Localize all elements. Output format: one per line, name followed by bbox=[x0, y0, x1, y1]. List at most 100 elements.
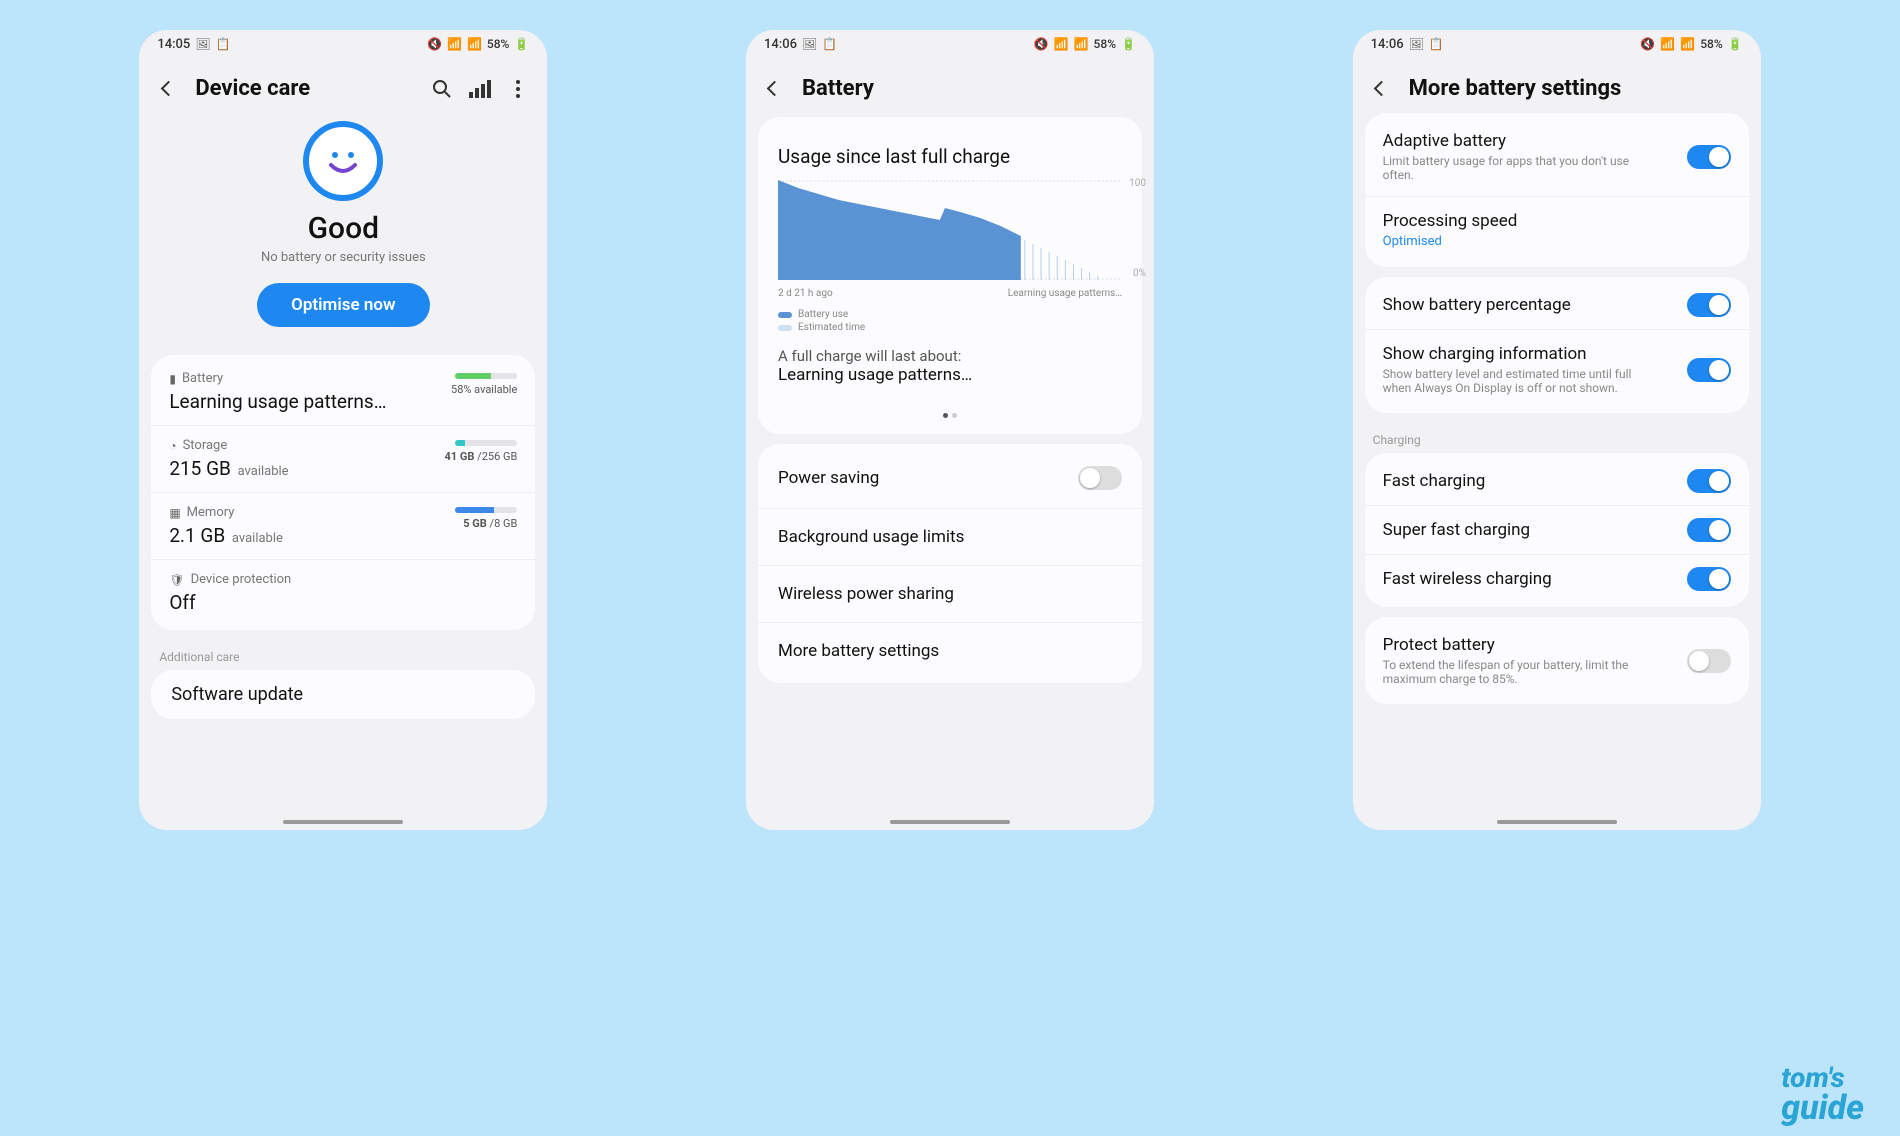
status-time: 14:06 bbox=[764, 37, 797, 52]
charging-group: Fast charging Super fast charging Fast w… bbox=[1365, 453, 1749, 607]
screen-battery: 14:06 🖼 📋 🔇 📶 📶 58% 🔋 Battery Usage sinc… bbox=[746, 30, 1154, 830]
charging-header: Charging bbox=[1353, 423, 1761, 451]
storage-meter bbox=[455, 440, 517, 446]
battery-icon: 🔋 bbox=[514, 37, 529, 51]
memory-meter bbox=[455, 507, 517, 513]
super-fast-charging-row[interactable]: Super fast charging bbox=[1365, 506, 1749, 555]
wifi-icon: 📶 bbox=[1054, 37, 1069, 51]
home-indicator[interactable] bbox=[283, 820, 403, 824]
battery-meter-text: 58% available bbox=[451, 383, 517, 396]
signal-icon: 📶 bbox=[467, 37, 482, 51]
status-bar: 14:06 🖼 📋 🔇 📶 📶 58% 🔋 bbox=[746, 30, 1154, 58]
memory-row[interactable]: ▦Memory 2.1 GB available 5 GB /8 GB bbox=[151, 493, 535, 560]
status-smile-icon bbox=[303, 121, 383, 201]
chevron-left-icon bbox=[161, 81, 177, 97]
super-fast-charging-toggle[interactable] bbox=[1687, 518, 1731, 542]
status-time: 14:05 bbox=[157, 37, 190, 52]
signal-icon: 📶 bbox=[1680, 37, 1695, 51]
signal-icon: 📶 bbox=[1074, 37, 1089, 51]
screen-device-care: 14:05 🖼 📋 🔇 📶 📶 58% 🔋 Device care Good bbox=[139, 30, 547, 830]
power-saving-toggle[interactable] bbox=[1078, 466, 1122, 490]
mute-icon: 🔇 bbox=[427, 37, 442, 51]
picture-icon: 🖼 bbox=[1409, 37, 1424, 51]
battery-options-card: Power saving Background usage limits Wir… bbox=[758, 444, 1142, 683]
optimise-now-button[interactable]: Optimise now bbox=[257, 283, 429, 327]
chevron-left-icon bbox=[1374, 81, 1390, 97]
show-battery-pct-toggle[interactable] bbox=[1687, 293, 1731, 317]
storage-icon: ◔ bbox=[169, 439, 176, 453]
clipboard-icon: 📋 bbox=[216, 37, 231, 51]
status-time: 14:06 bbox=[1371, 37, 1404, 52]
battery-icon: 🔋 bbox=[1121, 37, 1136, 51]
fast-wireless-charging-row[interactable]: Fast wireless charging bbox=[1365, 555, 1749, 603]
search-icon bbox=[432, 79, 452, 99]
report-button[interactable] bbox=[469, 78, 491, 100]
status-battery-pct: 58% bbox=[487, 37, 509, 51]
clipboard-icon: 📋 bbox=[1429, 37, 1444, 51]
processing-speed-row[interactable]: Processing speed Optimised bbox=[1365, 197, 1749, 263]
home-indicator[interactable] bbox=[890, 820, 1010, 824]
search-button[interactable] bbox=[431, 78, 453, 100]
adaptive-battery-toggle[interactable] bbox=[1687, 145, 1731, 169]
usage-card: Usage since last full charge 100 0% 2 d … bbox=[758, 117, 1142, 434]
battery-icon: 🔋 bbox=[1728, 37, 1743, 51]
protect-battery-toggle[interactable] bbox=[1687, 649, 1731, 673]
mute-icon: 🔇 bbox=[1034, 37, 1049, 51]
chart-xlabel-right: Learning usage patterns… bbox=[1008, 288, 1122, 299]
show-charging-info-toggle[interactable] bbox=[1687, 358, 1731, 382]
status-bar: 14:06 🖼 📋 🔇 📶 📶 58% 🔋 bbox=[1353, 30, 1761, 58]
wifi-icon: 📶 bbox=[447, 37, 462, 51]
home-indicator[interactable] bbox=[1497, 820, 1617, 824]
title-bar: Device care bbox=[139, 58, 547, 113]
title-bar: More battery settings bbox=[1353, 58, 1761, 113]
wifi-icon: 📶 bbox=[1660, 37, 1675, 51]
device-stats-card: ▮Battery Learning usage patterns… 58% av… bbox=[151, 355, 535, 630]
memory-free: 2.1 GB bbox=[169, 524, 225, 547]
additional-care-header: Additional care bbox=[139, 640, 547, 668]
back-button[interactable] bbox=[157, 78, 179, 100]
hero-status: Good bbox=[139, 211, 547, 246]
watermark-logo: tom's guide bbox=[1781, 1065, 1864, 1124]
software-update-row[interactable]: Software update bbox=[151, 674, 535, 715]
power-saving-row[interactable]: Power saving bbox=[758, 448, 1142, 509]
protection-value: Off bbox=[169, 591, 517, 614]
fast-charging-toggle[interactable] bbox=[1687, 469, 1731, 493]
settings-group-2: Show battery percentage Show charging in… bbox=[1365, 277, 1749, 413]
shield-icon: 🛡 bbox=[169, 573, 184, 587]
full-charge-value: Learning usage patterns… bbox=[758, 365, 1142, 403]
storage-free: 215 GB bbox=[169, 457, 231, 480]
page-title: Battery bbox=[802, 76, 1136, 101]
more-battery-settings-row[interactable]: More battery settings bbox=[758, 623, 1142, 679]
pager-dots[interactable] bbox=[758, 403, 1142, 430]
more-button[interactable] bbox=[507, 78, 529, 100]
fast-charging-row[interactable]: Fast charging bbox=[1365, 457, 1749, 506]
chart-xlabel-left: 2 d 21 h ago bbox=[778, 288, 833, 299]
usage-title: Usage since last full charge bbox=[758, 121, 1142, 180]
settings-group-1: Adaptive battery Limit battery usage for… bbox=[1365, 113, 1749, 267]
page-title: Device care bbox=[195, 76, 415, 101]
storage-row[interactable]: ◔Storage 215 GB available 41 GB /256 GB bbox=[151, 426, 535, 493]
background-limits-row[interactable]: Background usage limits bbox=[758, 509, 1142, 566]
protect-battery-row[interactable]: Protect battery To extend the lifespan o… bbox=[1365, 621, 1749, 700]
battery-meter bbox=[455, 373, 517, 379]
wireless-power-sharing-row[interactable]: Wireless power sharing bbox=[758, 566, 1142, 623]
clipboard-icon: 📋 bbox=[822, 37, 837, 51]
back-button[interactable] bbox=[1371, 78, 1393, 100]
chevron-left-icon bbox=[767, 81, 783, 97]
show-charging-info-row[interactable]: Show charging information Show battery l… bbox=[1365, 330, 1749, 409]
protect-battery-group: Protect battery To extend the lifespan o… bbox=[1365, 617, 1749, 704]
back-button[interactable] bbox=[764, 78, 786, 100]
battery-usage-chart[interactable]: 100 0% 2 d 21 h ago Learning usage patte… bbox=[758, 180, 1142, 343]
screen-more-battery-settings: 14:06 🖼 📋 🔇 📶 📶 58% 🔋 More battery setti… bbox=[1353, 30, 1761, 830]
chart-bars-icon bbox=[469, 80, 491, 98]
additional-care-card: Software update bbox=[151, 670, 535, 719]
battery-small-icon: ▮ bbox=[169, 372, 176, 386]
more-vertical-icon bbox=[516, 80, 520, 98]
status-bar: 14:05 🖼 📋 🔇 📶 📶 58% 🔋 bbox=[139, 30, 547, 58]
show-battery-pct-row[interactable]: Show battery percentage bbox=[1365, 281, 1749, 330]
device-protection-row[interactable]: 🛡Device protection Off bbox=[151, 560, 535, 626]
battery-row[interactable]: ▮Battery Learning usage patterns… 58% av… bbox=[151, 359, 535, 426]
picture-icon: 🖼 bbox=[802, 37, 817, 51]
adaptive-battery-row[interactable]: Adaptive battery Limit battery usage for… bbox=[1365, 117, 1749, 197]
fast-wireless-charging-toggle[interactable] bbox=[1687, 567, 1731, 591]
